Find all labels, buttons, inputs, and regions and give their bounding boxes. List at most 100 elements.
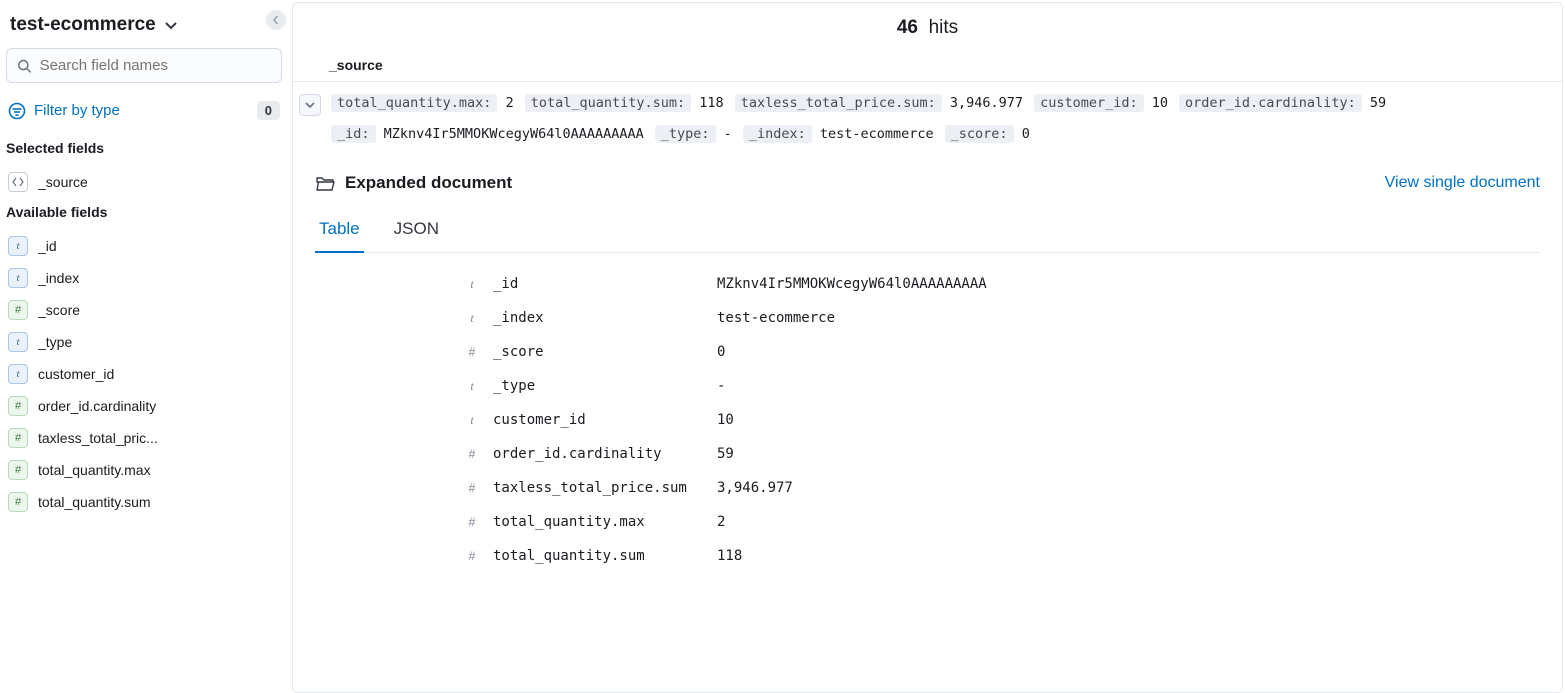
summary-value: 59 xyxy=(1370,95,1386,111)
doc-field-type-icon: # xyxy=(465,447,479,461)
doc-field-type-icon: # xyxy=(465,549,479,563)
doc-row: t _type - xyxy=(465,369,1540,403)
doc-row: # total_quantity.sum 118 xyxy=(465,539,1540,573)
doc-field-key: _type xyxy=(493,378,703,394)
row-expand-toggle[interactable] xyxy=(299,94,321,116)
field-item[interactable]: # total_quantity.sum xyxy=(6,486,282,518)
doc-field-key: _id xyxy=(493,276,703,292)
doc-row: t customer_id 10 xyxy=(465,403,1540,437)
expanded-document: Expanded document View single document T… xyxy=(293,151,1562,573)
tab-table[interactable]: Table xyxy=(315,211,364,253)
doc-field-type-icon: t xyxy=(465,277,479,292)
document-summary-row: total_quantity.max: 2 total_quantity.sum:… xyxy=(293,82,1562,151)
doc-row: # taxless_total_price.sum 3,946.977 xyxy=(465,471,1540,505)
field-search-input[interactable] xyxy=(40,57,271,74)
doc-field-key: _index xyxy=(493,310,703,326)
doc-tabs: Table JSON xyxy=(315,211,1540,253)
document-table: t _id MZknv4Ir5MMOKWcegyW64l0AAAAAAAAA t _in… xyxy=(315,253,1540,573)
doc-field-type-icon: # xyxy=(465,515,479,529)
filter-icon xyxy=(8,102,26,120)
hits-count: 46 xyxy=(897,17,918,38)
search-icon xyxy=(17,58,32,74)
field-item[interactable]: #total_quantity.max xyxy=(6,454,282,486)
tab-json[interactable]: JSON xyxy=(390,211,443,252)
doc-field-value: 3,946.977 xyxy=(717,480,793,496)
doc-field-key: order_id.cardinality xyxy=(493,446,703,462)
summary-value: 118 xyxy=(699,95,723,111)
field-item[interactable]: #taxless_total_pric... xyxy=(6,422,282,454)
source-column-header: _source xyxy=(293,49,1562,82)
doc-row: # order_id.cardinality 59 xyxy=(465,437,1540,471)
summary-value: 2 xyxy=(506,95,514,111)
summary-key: _score: xyxy=(945,125,1014,143)
summary-key: order_id.cardinality: xyxy=(1179,94,1362,112)
summary-value: 3,946.977 xyxy=(950,95,1023,111)
summary-value: test-ecommerce xyxy=(820,126,934,142)
field-item[interactable]: t_type xyxy=(6,326,282,358)
collapse-sidebar-button[interactable] xyxy=(266,10,286,30)
doc-field-value: test-ecommerce xyxy=(717,310,835,326)
number-type-icon: # xyxy=(8,492,28,512)
summary-value: - xyxy=(724,126,732,142)
summary-value: MZknv4Ir5MMOKWcegyW64l0AAAAAAAAA xyxy=(384,126,644,142)
summary-key: customer_id: xyxy=(1034,94,1144,112)
doc-row: # _score 0 xyxy=(465,335,1540,369)
summary-value: 10 xyxy=(1152,95,1168,111)
number-type-icon: # xyxy=(8,300,28,320)
doc-field-value: MZknv4Ir5MMOKWcegyW64l0AAAAAAAAA xyxy=(717,276,987,292)
doc-row: # total_quantity.max 2 xyxy=(465,505,1540,539)
doc-field-key: total_quantity.max xyxy=(493,514,703,530)
field-item[interactable]: t _index xyxy=(6,262,282,294)
field-item[interactable]: tcustomer_id xyxy=(6,358,282,390)
summary-value: 0 xyxy=(1022,126,1030,142)
view-single-document-link[interactable]: View single document xyxy=(1385,174,1540,192)
doc-field-type-icon: t xyxy=(465,413,479,428)
doc-field-type-icon: t xyxy=(465,379,479,394)
doc-field-value: 0 xyxy=(717,344,725,360)
doc-field-key: taxless_total_price.sum xyxy=(493,480,703,496)
available-fields-header: Available fields xyxy=(6,198,282,230)
doc-field-value: 10 xyxy=(717,412,734,428)
field-label: _id xyxy=(38,238,57,254)
doc-field-value: 59 xyxy=(717,446,734,462)
summary-key: total_quantity.sum: xyxy=(525,94,691,112)
filter-by-type-label: Filter by type xyxy=(34,102,120,119)
expanded-document-title: Expanded document xyxy=(345,173,512,193)
folder-open-icon xyxy=(315,173,335,193)
summary-kv-wrap: total_quantity.max: 2 total_quantity.sum:… xyxy=(331,92,1550,145)
field-search[interactable] xyxy=(6,48,282,83)
number-type-icon: # xyxy=(8,428,28,448)
doc-field-key: total_quantity.sum xyxy=(493,548,703,564)
field-label: _index xyxy=(38,270,79,286)
doc-row: t_indextest-ecommerce xyxy=(465,301,1540,335)
field-label: _score xyxy=(38,302,80,318)
selected-fields-header: Selected fields xyxy=(6,134,282,166)
doc-field-type-icon: # xyxy=(465,345,479,359)
field-label: total_quantity.max xyxy=(38,462,151,478)
field-label: order_id.cardinality xyxy=(38,398,156,414)
doc-row: t _id MZknv4Ir5MMOKWcegyW64l0AAAAAAAAA xyxy=(465,267,1540,301)
doc-field-key: _score xyxy=(493,344,703,360)
field-label: total_quantity.sum xyxy=(38,494,151,510)
doc-field-value: - xyxy=(717,378,725,394)
field-item[interactable]: # order_id.cardinality xyxy=(6,390,282,422)
number-type-icon: # xyxy=(8,396,28,416)
field-label: _type xyxy=(38,334,72,350)
field-item[interactable]: # _score xyxy=(6,294,282,326)
index-pattern-name: test-ecommerce xyxy=(10,14,156,36)
filter-type-count: 0 xyxy=(257,101,280,120)
doc-field-value: 118 xyxy=(717,548,742,564)
summary-key: _id: xyxy=(331,125,376,143)
main-panel: 46 hits _source total_quantity.max: 2tot… xyxy=(292,2,1563,693)
doc-field-value: 2 xyxy=(717,514,725,530)
field-label: customer_id xyxy=(38,366,114,382)
hits-label: hits xyxy=(929,17,959,38)
doc-field-key: customer_id xyxy=(493,412,703,428)
summary-key: total_quantity.max: xyxy=(331,94,497,112)
field-item[interactable]: t_id xyxy=(6,230,282,262)
text-type-icon: t xyxy=(8,268,28,288)
index-pattern-selector[interactable]: test-ecommerce xyxy=(6,6,282,48)
filter-by-type-button[interactable]: Filter by type xyxy=(8,102,120,120)
field-item[interactable]: _source xyxy=(6,166,282,198)
doc-field-type-icon: # xyxy=(465,481,479,495)
